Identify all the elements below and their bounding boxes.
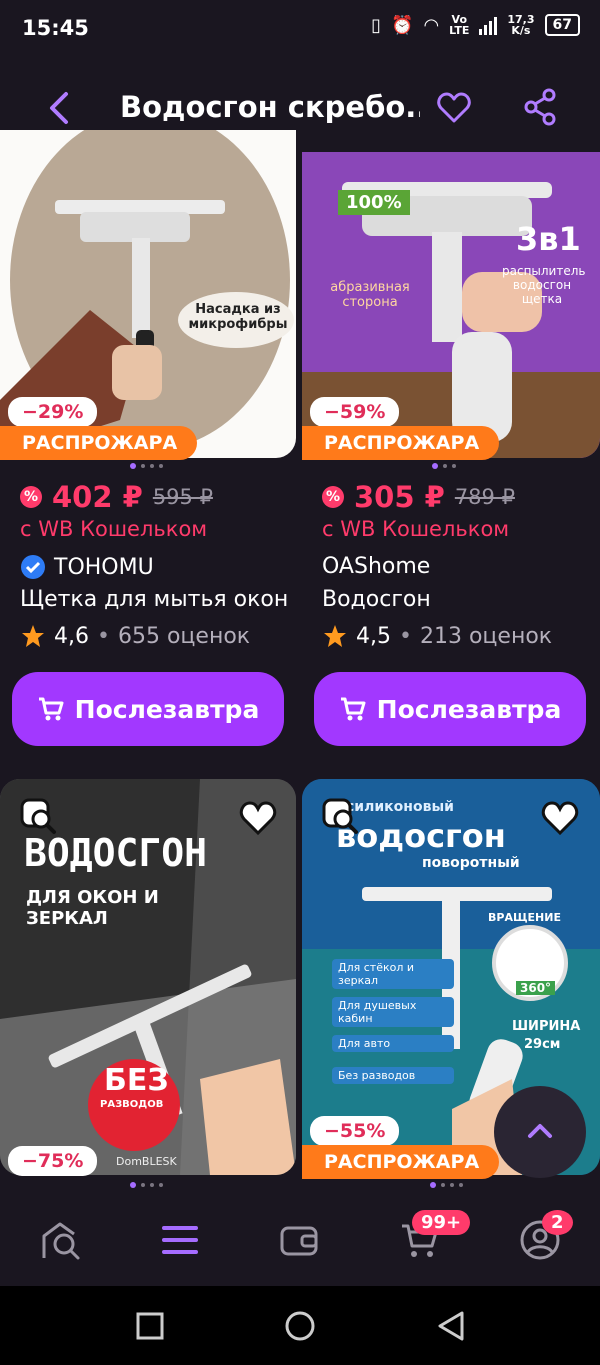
image-feature: Для душевых кабин xyxy=(332,997,454,1027)
heart-icon[interactable] xyxy=(540,800,580,836)
image-title: водосгон xyxy=(336,817,506,855)
image-subtitle: поворотный xyxy=(422,855,520,871)
image-pre: силиконовый xyxy=(346,799,454,815)
sale-label: РАСПРОЖАРА xyxy=(302,1145,500,1179)
wallet-icon[interactable] xyxy=(278,1218,322,1262)
image-brand: DomBLESK xyxy=(116,1155,177,1168)
system-navigation-bar xyxy=(0,1286,600,1365)
image-pager xyxy=(430,1182,463,1188)
product-card[interactable]: ВОДОСГОН ДЛЯ ОКОН И ЗЕРКАЛ БЕЗ РАЗВОДОВ … xyxy=(0,0,298,1196)
heart-icon[interactable] xyxy=(238,800,278,836)
image-deg: 360° xyxy=(516,981,556,995)
image-width-val: 29см xyxy=(524,1037,561,1052)
catalog-menu-icon[interactable] xyxy=(158,1218,202,1262)
image-badge-small: РАЗВОДОВ xyxy=(100,1099,164,1110)
bottom-navigation: 99+ 2 xyxy=(0,1196,600,1286)
cart-badge: 99+ xyxy=(412,1210,471,1235)
back-icon[interactable] xyxy=(436,1310,466,1342)
discount-badge: −75% xyxy=(8,1146,98,1176)
find-similar-icon[interactable] xyxy=(322,798,360,836)
image-width: ШИРИНА xyxy=(512,1019,581,1034)
scroll-to-top-button[interactable] xyxy=(494,1086,586,1178)
chevron-up-icon xyxy=(528,1124,552,1138)
product-card[interactable]: силиконовый водосгон поворотный ВРАЩЕНИЕ… xyxy=(302,0,600,1196)
image-badge-big: БЕЗ xyxy=(104,1063,169,1098)
home-search-icon[interactable] xyxy=(40,1218,84,1262)
recent-apps-icon[interactable] xyxy=(135,1311,165,1341)
find-similar-icon[interactable] xyxy=(20,798,58,836)
image-feature: Без разводов xyxy=(332,1067,454,1084)
image-rotate: ВРАЩЕНИЕ xyxy=(488,911,561,924)
image-feature: Для авто xyxy=(332,1035,454,1052)
discount-badge: −55% xyxy=(310,1116,400,1146)
profile-badge: 2 xyxy=(542,1210,573,1235)
product-image[interactable]: ВОДОСГОН ДЛЯ ОКОН И ЗЕРКАЛ БЕЗ РАЗВОДОВ … xyxy=(0,779,296,1175)
image-title: ВОДОСГОН xyxy=(24,831,208,875)
home-icon[interactable] xyxy=(284,1310,316,1342)
image-feature: Для стёкол и зеркал xyxy=(332,959,454,989)
image-subtitle: ДЛЯ ОКОН И ЗЕРКАЛ xyxy=(26,887,159,929)
image-pager xyxy=(130,1182,163,1188)
